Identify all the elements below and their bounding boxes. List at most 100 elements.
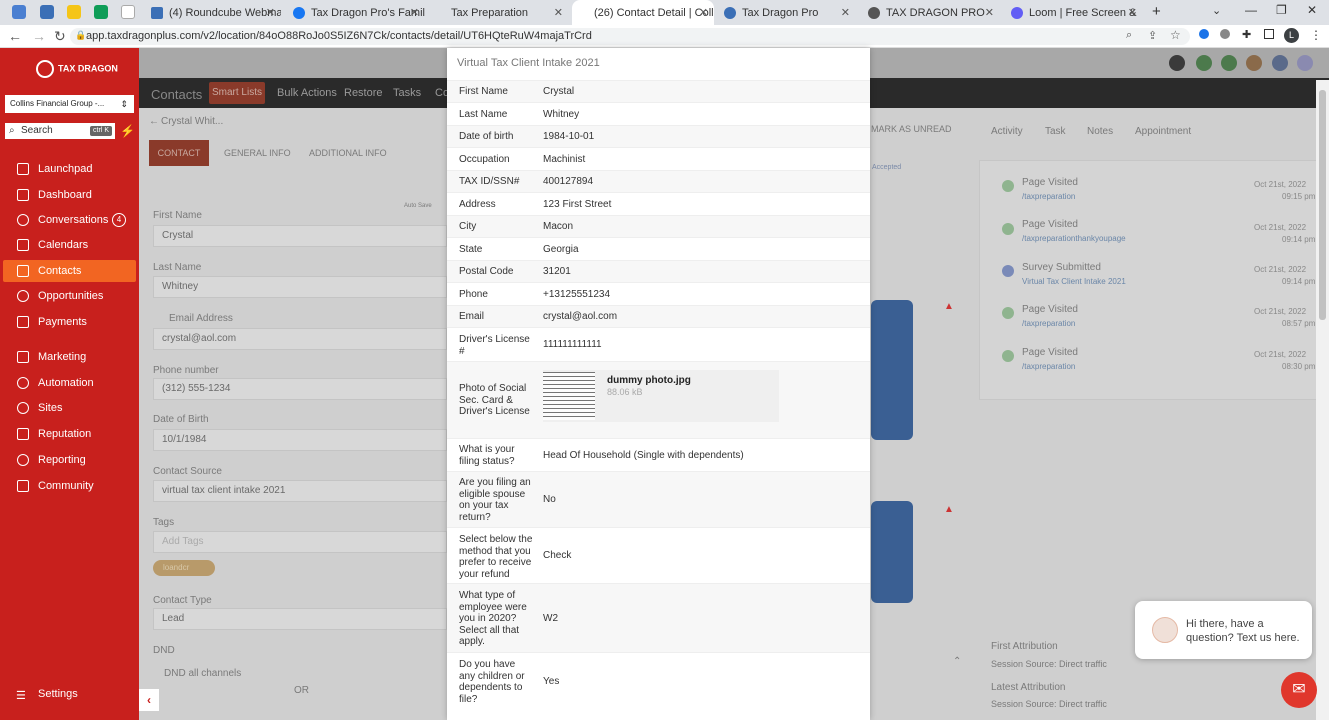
dnd-all-channels-label[interactable]: DND all channels: [164, 668, 241, 679]
browser-tab[interactable]: Loom | Free Screen & ✕: [1003, 0, 1143, 25]
tags-input[interactable]: Add Tags: [153, 531, 447, 553]
tab-search-icon[interactable]: ⌄: [1212, 4, 1221, 17]
page-scrollbar[interactable]: [1316, 80, 1329, 720]
quick-actions-bolt-icon[interactable]: ⚡: [120, 124, 135, 138]
url-input[interactable]: app.taxdragonplus.com/v2/location/84oO88…: [70, 28, 1190, 45]
extension-icon[interactable]: [1199, 29, 1209, 39]
close-tab-icon[interactable]: ✕: [985, 6, 994, 19]
lock-icon[interactable]: 🔒: [75, 30, 86, 41]
nav-contacts[interactable]: Contacts: [151, 87, 202, 102]
sidebar-item-conversations[interactable]: Conversations 4: [3, 209, 136, 231]
nav-bulk-actions[interactable]: Bulk Actions: [277, 87, 337, 99]
close-tab-icon[interactable]: ✕: [841, 6, 850, 19]
notifications-icon[interactable]: [1246, 55, 1262, 71]
reload-icon[interactable]: ↻: [54, 28, 66, 45]
tab-general-info[interactable]: GENERAL INFO: [224, 148, 291, 158]
maximize-icon[interactable]: ❐: [1276, 3, 1287, 17]
chevron-up-icon[interactable]: ⌃: [953, 656, 961, 667]
email-field[interactable]: crystal@aol.com: [153, 328, 447, 350]
back-arrow-icon[interactable]: ←: [149, 116, 159, 127]
extensions-puzzle-icon[interactable]: ✚: [1242, 28, 1251, 41]
sidebar-item-opportunities[interactable]: Opportunities: [3, 285, 136, 307]
contact-source-field[interactable]: virtual tax client intake 2021: [153, 480, 447, 502]
file-thumbnail[interactable]: [543, 372, 595, 420]
zoom-icon[interactable]: ⌕: [1126, 29, 1132, 42]
tab-activity[interactable]: Activity: [991, 126, 1023, 137]
contact-type-select[interactable]: Lead: [153, 608, 447, 630]
date-of-birth-field[interactable]: 10/1/1984: [153, 429, 447, 451]
nav-tasks[interactable]: Tasks: [393, 87, 421, 99]
extension-icon[interactable]: [1220, 29, 1230, 39]
close-tab-icon[interactable]: ✕: [699, 6, 708, 19]
help-icon[interactable]: [1169, 55, 1185, 71]
activity-sub[interactable]: /taxpreparationthankyoupage: [1022, 234, 1126, 243]
sidebar-search[interactable]: ⌕ Search ctrl K: [5, 123, 115, 139]
close-tab-icon[interactable]: ✕: [554, 6, 563, 19]
activity-sub[interactable]: /taxpreparation: [1022, 362, 1075, 371]
first-name-field[interactable]: Crystal: [153, 225, 447, 247]
activity-sub[interactable]: /taxpreparation: [1022, 192, 1075, 201]
user-avatar-icon[interactable]: [1297, 55, 1313, 71]
minimize-icon[interactable]: —: [1245, 3, 1257, 17]
activity-sub[interactable]: Virtual Tax Client Intake 2021: [1022, 277, 1126, 286]
browser-tab[interactable]: Tax Dragon Pro's Family | F ✕: [285, 0, 425, 25]
browser-menu-icon[interactable]: ⋮: [1310, 28, 1322, 42]
phone-icon[interactable]: [1196, 55, 1212, 71]
browser-tab-active[interactable]: (26) Contact Detail | Collin ✕: [572, 0, 714, 25]
side-panel-icon[interactable]: [1264, 29, 1274, 39]
close-tab-icon[interactable]: ✕: [410, 6, 419, 19]
browser-tab[interactable]: (4) Roundcube Webmail :: I ✕: [143, 0, 281, 25]
app-logo[interactable]: TAX DRAGON: [36, 60, 118, 78]
messages-icon[interactable]: [1221, 55, 1237, 71]
sidebar-item-launchpad[interactable]: Launchpad: [3, 158, 136, 180]
sidebar-item-community[interactable]: Community: [3, 475, 136, 497]
chat-launcher-button[interactable]: ✉: [1281, 672, 1317, 708]
close-tab-icon[interactable]: ✕: [266, 6, 275, 19]
pinned-tab-icon[interactable]: [40, 5, 54, 19]
tag-chip[interactable]: loandcr: [153, 560, 215, 576]
sidebar-item-payments[interactable]: Payments: [3, 311, 136, 333]
sidebar-item-automation[interactable]: Automation: [3, 372, 136, 394]
chat-prompt-bubble[interactable]: Hi there, have a question? Text us here.: [1135, 601, 1312, 659]
pinned-tab-icon[interactable]: [67, 5, 81, 19]
file-name[interactable]: dummy photo.jpg: [607, 375, 691, 386]
activity-sub[interactable]: /taxpreparation: [1022, 319, 1075, 328]
tab-contact[interactable]: CONTACT: [149, 140, 209, 166]
sidebar-item-dashboard[interactable]: Dashboard: [3, 184, 136, 206]
close-window-icon[interactable]: ✕: [1307, 3, 1317, 17]
file-attachment[interactable]: dummy photo.jpg 88.06 kB: [543, 370, 779, 422]
account-switcher[interactable]: Collins Financial Group -... ⇕: [5, 95, 134, 113]
mark-as-unread-button[interactable]: MARK AS UNREAD: [871, 124, 952, 134]
sidebar-item-reputation[interactable]: Reputation: [3, 423, 136, 445]
tab-task[interactable]: Task: [1045, 126, 1066, 137]
browser-tab[interactable]: TAX DRAGON PRO ✕: [860, 0, 1000, 25]
user-avatar-icon[interactable]: [1272, 55, 1288, 71]
tab-additional-info[interactable]: ADDITIONAL INFO: [309, 148, 387, 158]
sidebar-item-reporting[interactable]: Reporting: [3, 449, 136, 471]
tab-notes[interactable]: Notes: [1087, 126, 1113, 137]
pinned-tab-icon[interactable]: [12, 5, 26, 19]
profile-avatar[interactable]: L: [1284, 28, 1299, 43]
back-icon[interactable]: ←: [8, 28, 22, 44]
sidebar-settings[interactable]: Settings: [38, 688, 78, 700]
sidebar-item-calendars[interactable]: Calendars: [3, 234, 136, 256]
new-tab-icon[interactable]: +: [1152, 3, 1161, 20]
scrollbar-thumb[interactable]: [1319, 90, 1326, 320]
browser-tab[interactable]: Tax Dragon Pro ✕: [716, 0, 856, 25]
auto-save-toggle[interactable]: Auto Save: [404, 203, 432, 209]
bookmark-star-icon[interactable]: ☆: [1170, 28, 1181, 42]
sidebar-item-contacts[interactable]: Contacts: [3, 260, 136, 282]
share-icon[interactable]: ⇪: [1148, 29, 1157, 42]
nav-smart-lists[interactable]: Smart Lists: [209, 82, 265, 104]
tab-appointment[interactable]: Appointment: [1135, 126, 1191, 137]
nav-restore[interactable]: Restore: [344, 87, 383, 99]
gmail-icon[interactable]: [121, 5, 135, 19]
pinned-tab-icon[interactable]: [94, 5, 108, 19]
browser-tab[interactable]: Tax Preparation ✕: [429, 0, 569, 25]
close-tab-icon[interactable]: ✕: [1128, 6, 1137, 19]
last-name-field[interactable]: Whitney: [153, 276, 447, 298]
phone-field[interactable]: (312) 555-1234: [153, 378, 447, 400]
sidebar-item-marketing[interactable]: Marketing: [3, 346, 136, 368]
collapse-sidebar-button[interactable]: ‹: [139, 689, 159, 711]
forward-icon[interactable]: →: [32, 28, 46, 44]
